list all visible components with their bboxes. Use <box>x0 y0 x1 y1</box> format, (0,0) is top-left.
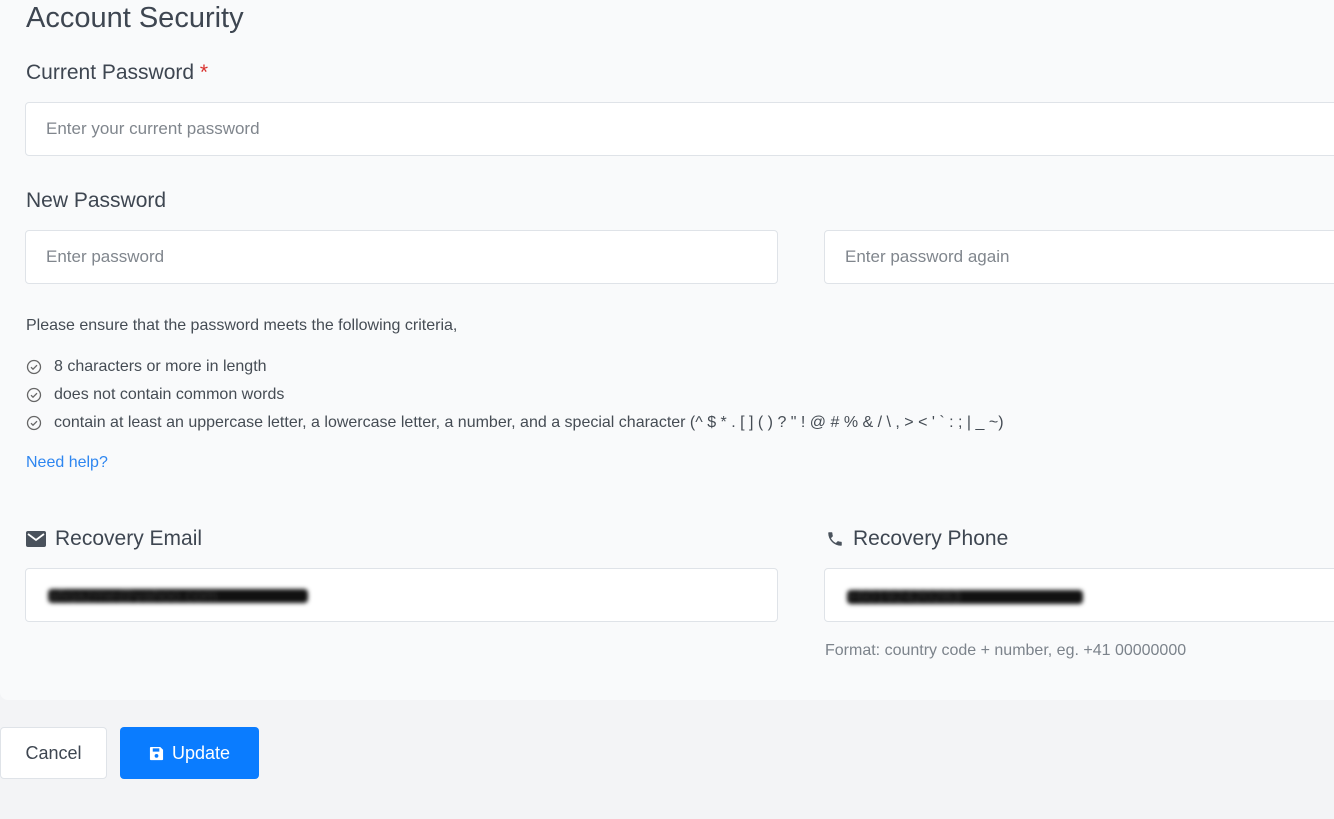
recovery-email-input[interactable]: afiqazme@yahoo.com <box>25 568 778 622</box>
criteria-item: contain at least an uppercase letter, a … <box>26 414 1004 432</box>
recovery-phone-input[interactable]: +60192420283 <box>824 568 1334 622</box>
redacted-email-value: afiqazme@yahoo.com <box>48 589 308 603</box>
envelope-icon <box>26 531 46 547</box>
criteria-intro: Please ensure that the password meets th… <box>26 317 458 334</box>
confirm-password-input[interactable] <box>824 230 1334 284</box>
check-circle-icon <box>26 415 42 431</box>
current-password-input[interactable] <box>25 102 1334 156</box>
check-circle-icon <box>26 359 42 375</box>
current-password-label: Current Password * <box>26 61 209 84</box>
page-title: Account Security <box>26 2 244 34</box>
need-help-link[interactable]: Need help? <box>26 454 108 472</box>
check-circle-icon <box>26 387 42 403</box>
required-mark: * <box>199 61 209 84</box>
update-button[interactable]: Update <box>120 727 259 779</box>
criteria-item: does not contain common words <box>26 386 284 404</box>
recovery-email-label: Recovery Email <box>26 527 202 551</box>
recovery-phone-label: Recovery Phone <box>826 527 1008 551</box>
new-password-label: New Password <box>26 189 167 212</box>
phone-icon <box>828 532 842 546</box>
cancel-button[interactable]: Cancel <box>0 727 107 779</box>
redacted-phone-value: +60192420283 <box>847 590 1083 604</box>
phone-format-hint: Format: country code + number, eg. +41 0… <box>825 642 1187 659</box>
new-password-input[interactable] <box>25 230 778 284</box>
account-security-card: Account Security Current Password * New … <box>0 0 1334 700</box>
criteria-item: 8 characters or more in length <box>26 358 267 376</box>
save-icon <box>149 746 164 760</box>
